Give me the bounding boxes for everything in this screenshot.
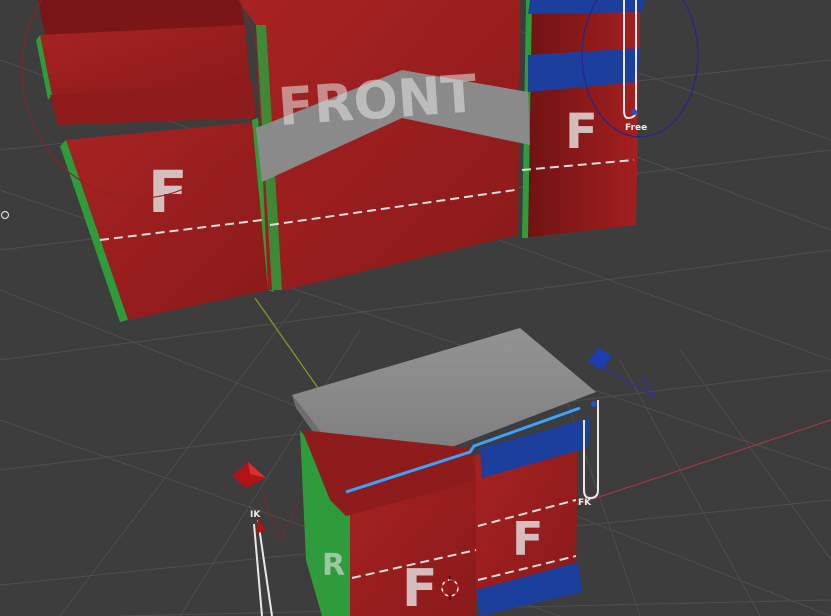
f-label-front-bottom: F [402, 559, 438, 616]
upper-body-mesh[interactable] [36, 0, 645, 322]
svg-text:Free: Free [625, 123, 647, 133]
f-label-right-bottom: F [512, 512, 543, 566]
f-label-right-top: F [565, 104, 598, 160]
svg-text:IK: IK [250, 510, 261, 520]
target-marker[interactable] [0, 210, 10, 220]
x-axis-line [559, 419, 831, 511]
fk-control[interactable]: FK [578, 348, 657, 508]
y-axis-line [254, 297, 319, 389]
viewport-canvas[interactable]: FRONT F F Free F F R IK FK [0, 0, 831, 616]
svg-text:FK: FK [578, 498, 592, 508]
f-label-left-top: F [148, 158, 188, 226]
3d-viewport[interactable]: FRONT F F Free F F R IK FK [0, 0, 831, 616]
ik-control[interactable]: IK [232, 462, 301, 616]
side-label-bottom: R [322, 548, 345, 583]
